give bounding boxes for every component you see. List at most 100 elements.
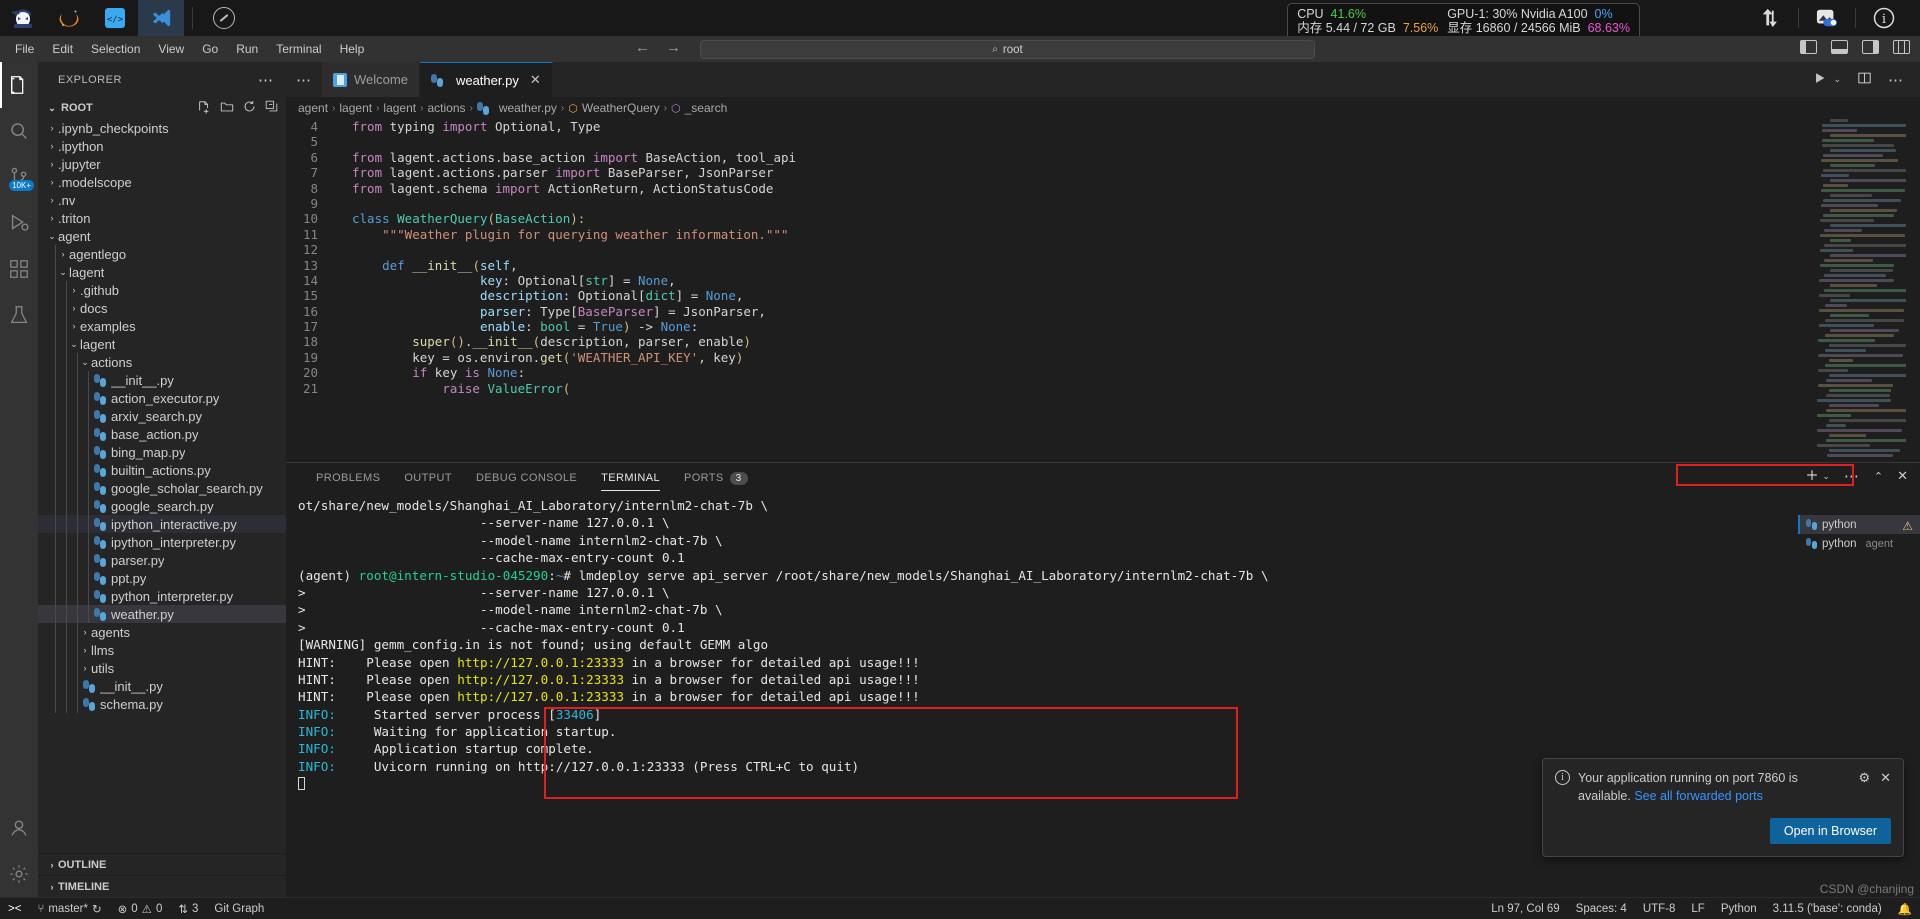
panel-tab-problems[interactable]: PROBLEMS [304,463,392,493]
chevron-down-icon[interactable]: ⌄ [46,231,58,242]
tree-file---init---py[interactable]: __init__.py [38,371,286,389]
panel-tab-terminal[interactable]: TERMINAL [589,463,672,493]
toggle-panel-icon[interactable] [1831,40,1848,54]
refresh-icon[interactable] [243,100,256,117]
tree-folder--github[interactable]: › .github [38,281,286,299]
chevron-right-icon[interactable]: › [46,213,58,223]
chevron-down-icon[interactable]: ⌄ [1822,471,1830,482]
customize-layout-icon[interactable] [1893,40,1910,54]
close-icon[interactable]: ✕ [1880,770,1891,786]
tree-file-google-search-py[interactable]: google_search.py [38,497,286,515]
toggle-secondary-sidebar-icon[interactable] [1862,40,1879,54]
forwarded-ports-link[interactable]: forwarded ports [1676,789,1763,803]
breadcrumb-weather-py[interactable]: weather.py [477,101,557,115]
tree-folder-docs[interactable]: › docs [38,299,286,317]
menu-selection[interactable]: Selection [82,39,149,59]
tree-folder--nv[interactable]: › .nv [38,191,286,209]
back-arrow-icon[interactable]: ← [635,39,650,56]
breadcrumb-lagent-2[interactable]: lagent [383,101,416,115]
outline-section[interactable]: › OUTLINE [38,853,286,875]
chevron-down-icon[interactable]: ⌄ [79,357,91,368]
menu-view[interactable]: View [149,39,193,59]
tree-file-arxiv-search-py[interactable]: arxiv_search.py [38,407,286,425]
activitybar-search[interactable] [0,108,38,154]
toggle-primary-sidebar-icon[interactable] [1800,40,1817,54]
new-folder-icon[interactable] [220,100,234,117]
activitybar-extensions[interactable] [0,246,38,292]
tree-folder-utils[interactable]: › utils [38,659,286,677]
panel-tab-output[interactable]: OUTPUT [392,463,464,493]
breadcrumb-actions[interactable]: actions [427,101,465,115]
breadcrumb-agent[interactable]: agent [298,101,328,115]
tree-file-base-action-py[interactable]: base_action.py [38,425,286,443]
chevron-right-icon[interactable]: › [46,177,58,187]
menu-help[interactable]: Help [331,39,374,59]
indentation-item[interactable]: Spaces: 4 [1568,898,1635,919]
explorer-more-icon[interactable]: ⋯ [258,71,274,89]
info-circle-icon[interactable]: i [1856,0,1912,36]
compass-icon[interactable] [201,0,247,36]
code-editor[interactable]: 4 from typing import Optional, Type 5 6 from… [286,119,1920,462]
activitybar-testing[interactable] [0,292,38,338]
eol-item[interactable]: LF [1683,898,1712,919]
tab-welcome[interactable]: Welcome [322,62,420,97]
see-all-link[interactable]: See all [1634,789,1672,803]
tree-folder-actions[interactable]: ⌄ actions [38,353,286,371]
menu-edit[interactable]: Edit [43,39,82,59]
gear-icon[interactable]: ⚙ [1858,770,1870,786]
tree-folder-llms[interactable]: › llms [38,641,286,659]
menu-terminal[interactable]: Terminal [267,39,330,59]
new-terminal-icon[interactable] [1805,468,1819,485]
menu-file[interactable]: File [6,39,43,59]
tree-file-schema-py[interactable]: schema.py [38,695,286,713]
activitybar-accounts[interactable] [0,805,38,851]
panel-tab-ports[interactable]: PORTS 3 [672,463,760,493]
language-mode-item[interactable]: Python [1713,898,1765,919]
chevron-right-icon[interactable]: › [57,249,69,259]
tree-file-builtin-actions-py[interactable]: builtin_actions.py [38,461,286,479]
breadcrumb-lagent-1[interactable]: lagent [339,101,372,115]
quick-search-input[interactable]: ⌕ root [700,40,1315,59]
chevron-right-icon[interactable]: › [68,303,80,313]
activitybar-source-control[interactable]: 10K+ [0,154,38,200]
chevron-down-icon[interactable]: ⌄ [57,267,69,278]
tree-folder-agents[interactable]: › agents [38,623,286,641]
vscode-icon[interactable] [138,0,184,36]
forward-arrow-icon[interactable]: → [666,39,681,56]
activitybar-explorer[interactable] [0,62,38,108]
tab-weather-py[interactable]: weather.py ✕ [419,62,553,97]
chevron-right-icon[interactable]: › [79,627,91,637]
tree-file---init---py[interactable]: __init__.py [38,677,286,695]
chevron-right-icon[interactable]: › [68,285,80,295]
tree-file-ipython-interactive-py[interactable]: ipython_interactive.py [38,515,286,533]
git-graph-item[interactable]: Git Graph [206,898,272,919]
notifications-bell-item[interactable]: 🔔 [1890,898,1920,919]
chevron-right-icon[interactable]: › [79,645,91,655]
orange-crescent-icon[interactable] [46,0,92,36]
encoding-item[interactable]: UTF-8 [1635,898,1684,919]
python-interpreter-item[interactable]: 3.11.5 ('base': conda) [1765,898,1890,919]
activitybar-run-debug[interactable] [0,200,38,246]
tree-folder--ipython[interactable]: › .ipython [38,137,286,155]
close-icon[interactable]: ✕ [530,72,541,88]
menu-go[interactable]: Go [193,39,227,59]
activitybar-settings-gear[interactable] [0,851,38,897]
tree-folder-lagent[interactable]: ⌄ lagent [38,335,286,353]
timeline-section[interactable]: › TIMELINE [38,875,286,897]
tree-file-python-interpreter-py[interactable]: python_interpreter.py [38,587,286,605]
chevron-right-icon[interactable]: › [68,321,80,331]
ports-item[interactable]: ⇅ 3 [170,898,206,919]
tree-file-ipython-interpreter-py[interactable]: ipython_interpreter.py [38,533,286,551]
tree-file-bing-map-py[interactable]: bing_map.py [38,443,286,461]
tree-folder--ipynb-checkpoints[interactable]: › .ipynb_checkpoints [38,119,286,137]
close-panel-icon[interactable]: ✕ [1897,468,1908,484]
editor-more-actions-icon[interactable]: ⋯ [1888,71,1904,89]
tree-folder-lagent[interactable]: ⌄ lagent [38,263,286,281]
tree-file-action-executor-py[interactable]: action_executor.py [38,389,286,407]
ninja-app-icon[interactable] [0,0,46,36]
tree-file-google-scholar-search-py[interactable]: google_scholar_search.py [38,479,286,497]
run-file-icon[interactable] [1813,71,1827,88]
screenshot-toggle-icon[interactable] [1799,0,1855,36]
tree-folder--jupyter[interactable]: › .jupyter [38,155,286,173]
remote-indicator[interactable]: >< [0,897,30,919]
